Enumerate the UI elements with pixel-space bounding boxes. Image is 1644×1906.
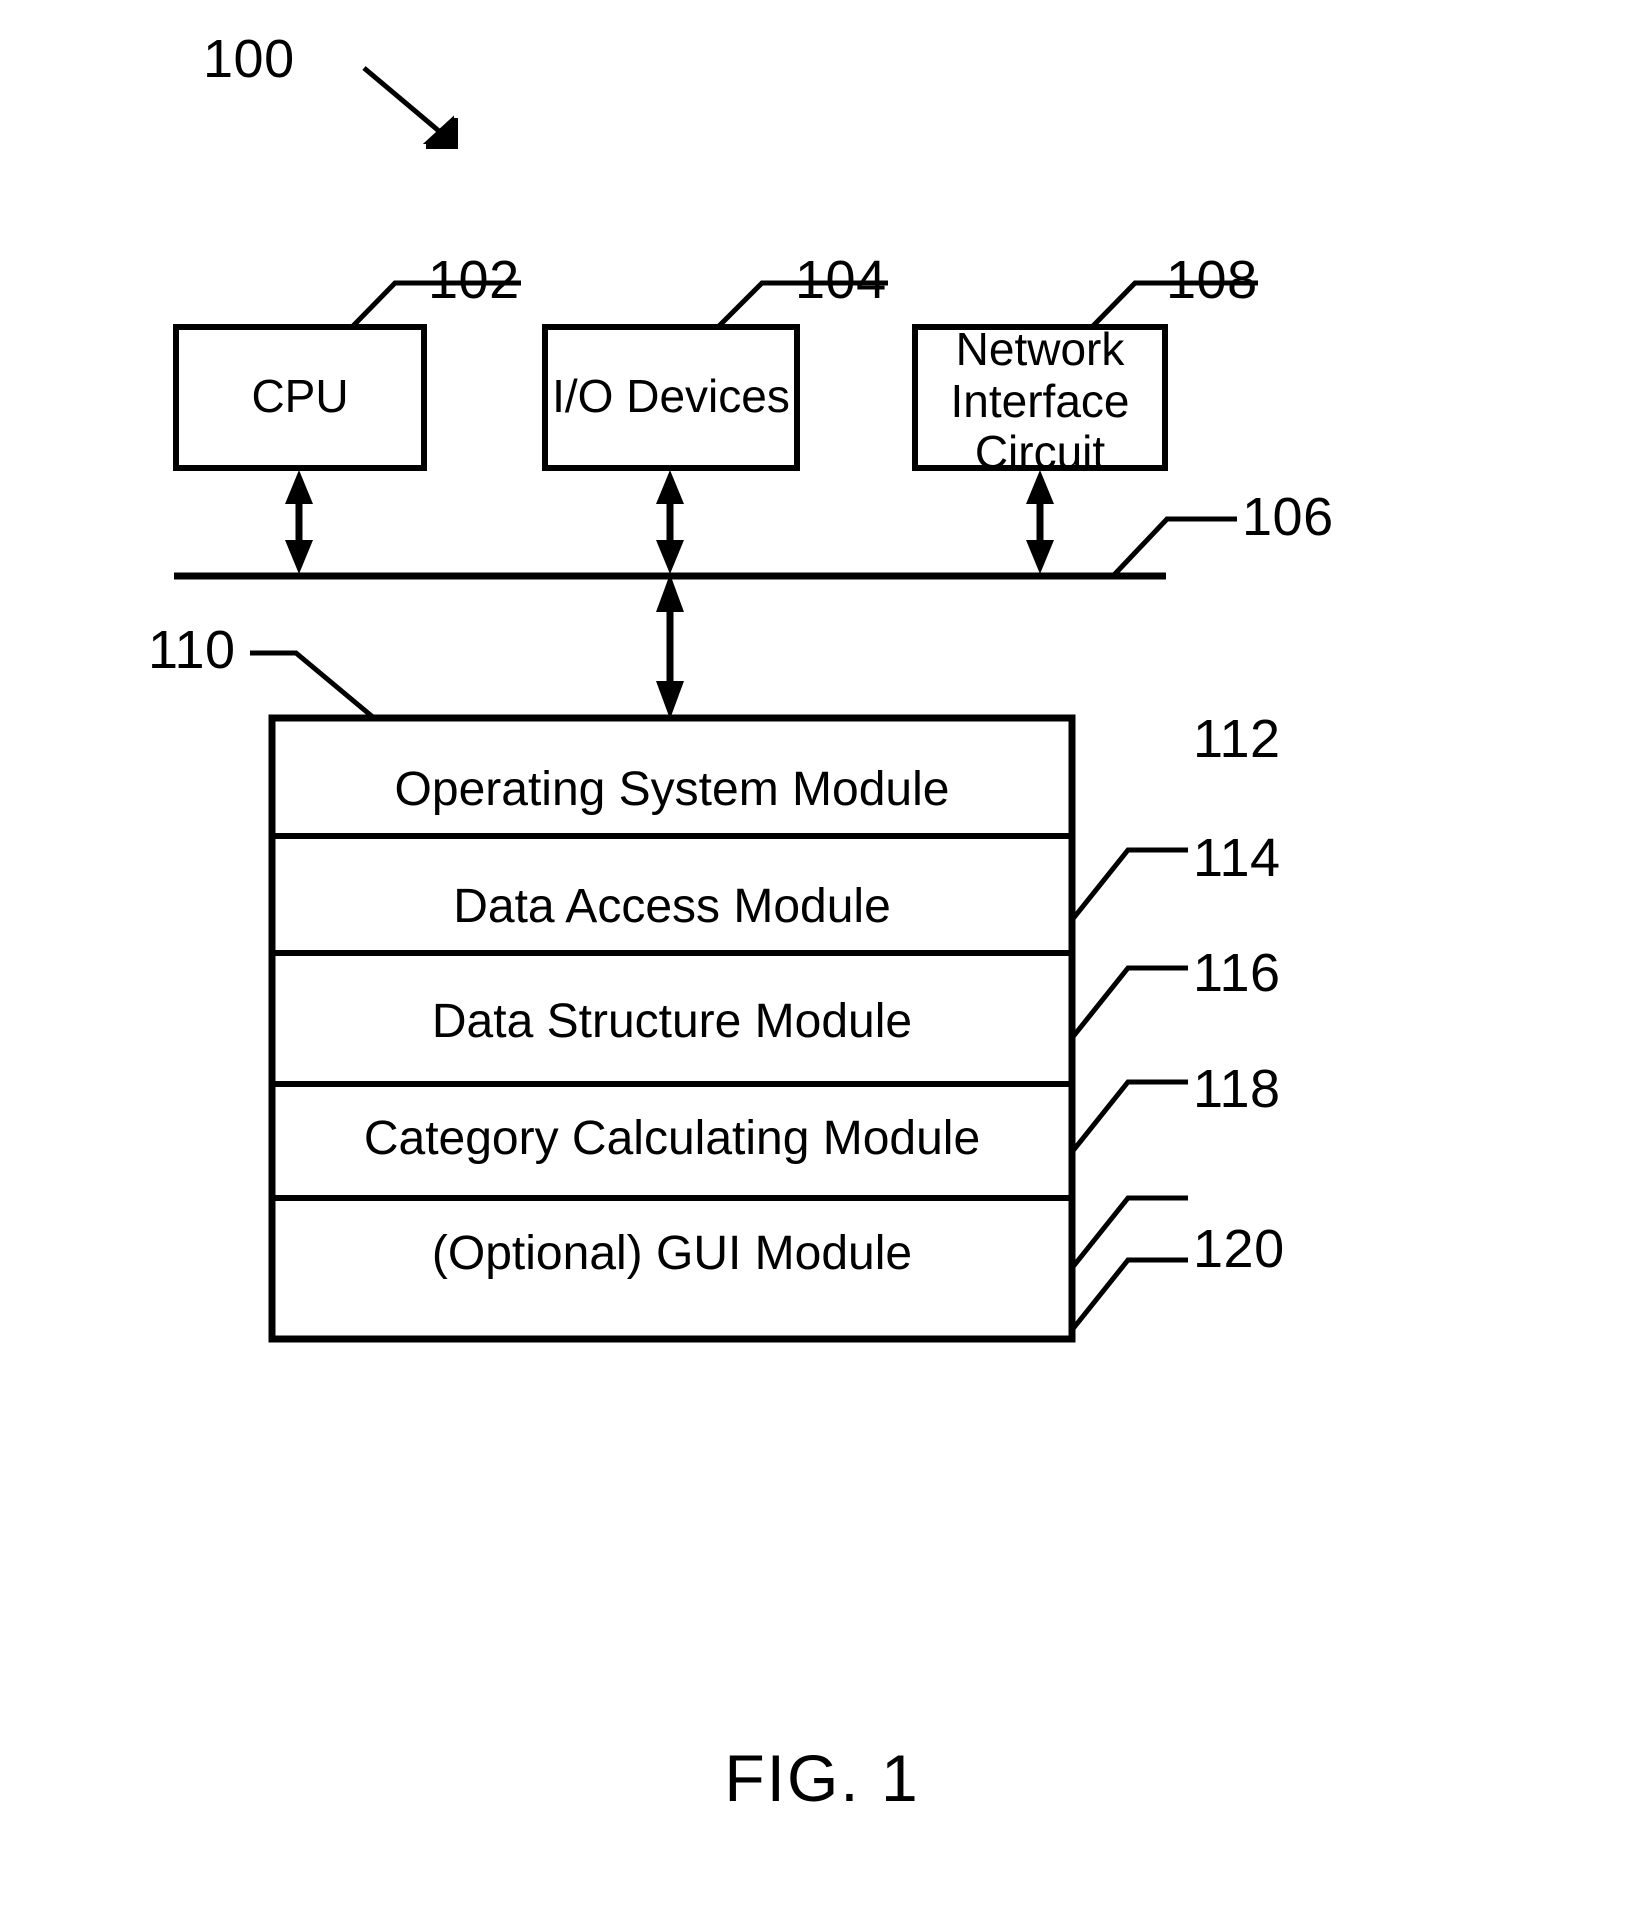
ref-number-116: 116 [1193,943,1281,1003]
module-label-gui: (Optional) GUI Module [431,1227,913,1280]
bus-memory-arrow [656,574,684,719]
patent-figure-1: 100 CPU I/O Devices Network Interface Ci… [0,0,1644,1906]
ref-number-100: 100 [203,29,295,89]
ref-number-118: 118 [1193,1059,1281,1119]
io-devices-box-label: I/O Devices [552,370,790,422]
ref-number-120: 120 [1193,1219,1285,1279]
ref-number-112: 112 [1193,709,1281,769]
system-leader-arrow [362,66,458,149]
module-leader-lines [1070,847,1188,1332]
module-label-data-structure: Data Structure Module [431,995,913,1048]
module-label-category-calculating: Category Calculating Module [363,1112,981,1165]
ref-number-102: 102 [428,250,520,310]
network-interface-box-label: Network Interface Circuit [950,323,1130,479]
cpu-bus-arrow [285,470,313,574]
ref-number-114: 114 [1193,828,1281,888]
network-interface-bus-arrow [1026,470,1054,574]
ref-number-108: 108 [1166,250,1258,310]
memory-leader-line [250,650,376,720]
module-label-data-access: Data Access Module [453,880,891,933]
ref-number-110: 110 [148,620,236,680]
ref-number-104: 104 [795,250,887,310]
figure-caption: FIG. 1 [724,1741,920,1815]
bus-leader-line [1111,516,1237,578]
cpu-box-label: CPU [251,370,349,422]
io-devices-bus-arrow [656,470,684,574]
ref-number-106: 106 [1242,487,1334,547]
module-label-operating-system: Operating System Module [394,763,950,816]
